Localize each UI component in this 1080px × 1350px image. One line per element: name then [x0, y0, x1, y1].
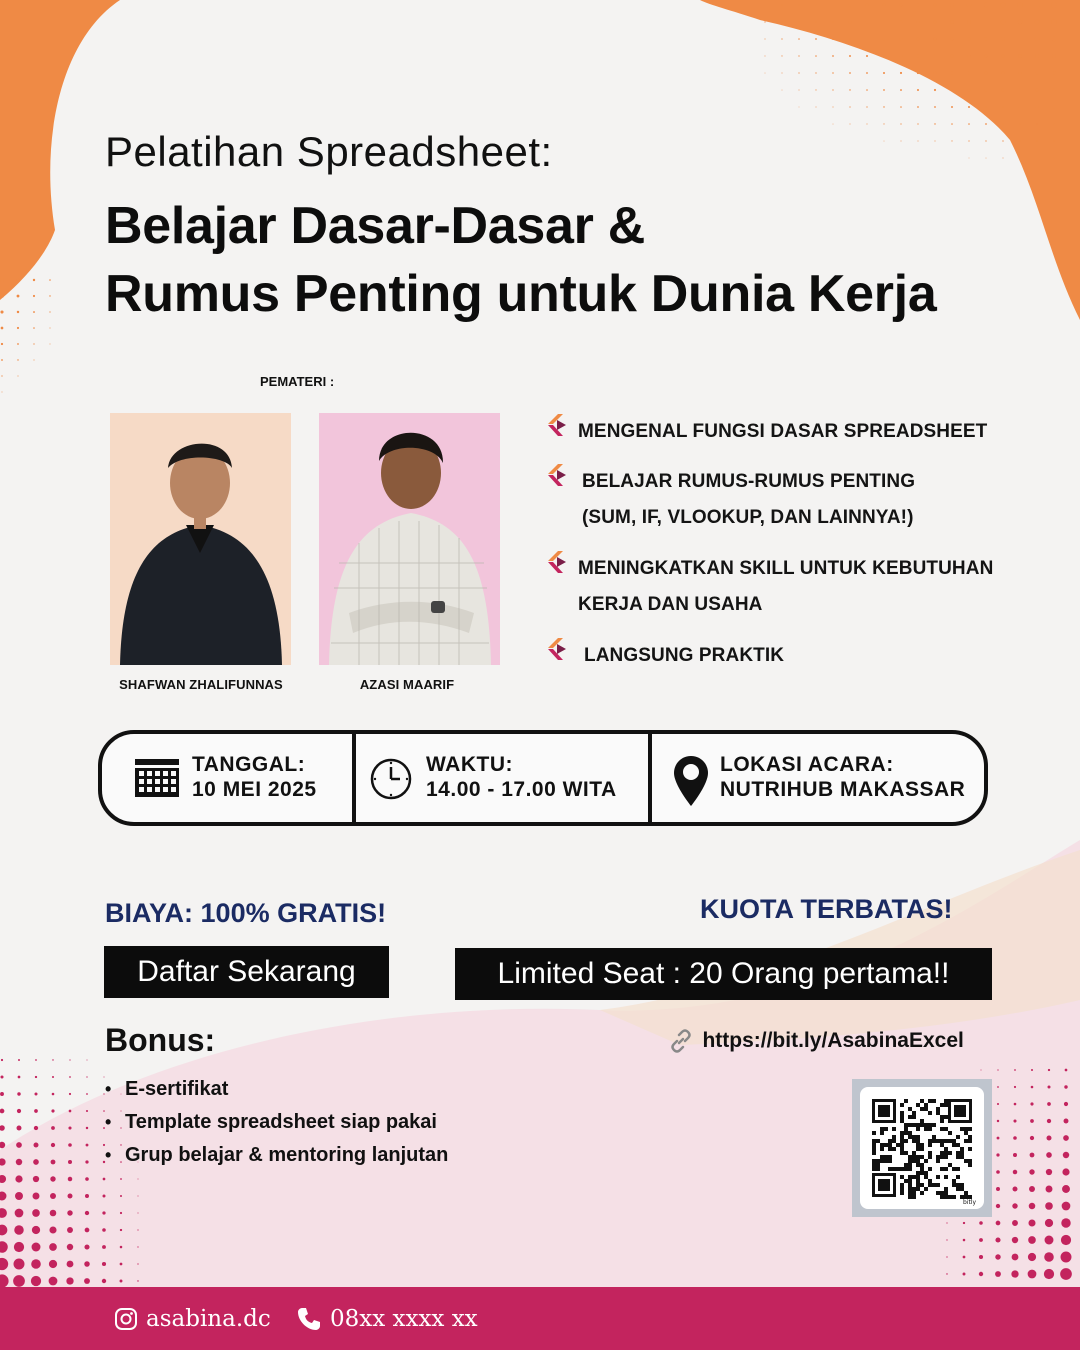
speakers-label: PEMATERI : [260, 374, 335, 389]
bonus-item-text: Template spreadsheet siap pakai [125, 1111, 437, 1133]
limited-seat-banner: Limited Seat : 20 Orang pertama!! [455, 948, 992, 1000]
event-poster: Pelatihan Spreadsheet: Belajar Dasar-Das… [0, 0, 1080, 1350]
brand-chevron-icon [548, 551, 566, 573]
brand-chevron-icon [548, 464, 566, 486]
location-value: NUTRIHUB MAKASSAR [720, 778, 966, 801]
bonus-item-text: E-sertifikat [125, 1078, 229, 1100]
time-value: 14.00 - 17.00 WITA [426, 778, 617, 801]
point-text-2-detail: (SUM, IF, VLOOKUP, DAN LAINNYA!) [582, 507, 914, 528]
phone-number[interactable]: 08xx xxxx xx [296, 1287, 478, 1350]
event-info-bar: TANGGAL: 10 MEI 2025 WAKTU: 14.00 - 17.0… [98, 730, 988, 826]
bonus-item: • Grup belajar & mentoring lanjutan [105, 1144, 449, 1166]
event-title-line-1: Belajar Dasar-Dasar & [105, 197, 646, 255]
qr-code-frame[interactable]: bitly [852, 1079, 992, 1217]
point-text-4: LANGSUNG PRAKTIK [584, 645, 785, 666]
calendar-icon [135, 759, 179, 797]
event-title-line-2: Rumus Penting untuk Dunia Kerja [105, 265, 937, 323]
link-icon [671, 1029, 691, 1053]
location-info: LOKASI ACARA: NUTRIHUB MAKASSAR [720, 752, 965, 802]
date-label: TANGGAL: [192, 753, 306, 776]
instagram-icon [115, 1307, 137, 1330]
location-label: LOKASI ACARA: [720, 753, 894, 776]
bonus-item-text: Grup belajar & mentoring lanjutan [125, 1144, 449, 1166]
bonus-item: • Template spreadsheet siap pakai [105, 1111, 437, 1133]
phone-text: 08xx xxxx xx [330, 1305, 478, 1332]
info-divider [648, 734, 652, 822]
qr-brand: bitly [963, 1199, 976, 1206]
register-button[interactable]: Daftar Sekarang [104, 946, 389, 998]
instagram-text: asabina.dc [146, 1305, 271, 1332]
cost-label: BIAYA: 100% GRATIS! [105, 898, 387, 928]
point-text-3: MENINGKATKAN SKILL UNTUK KEBUTUHAN [578, 558, 994, 579]
info-divider [352, 734, 356, 822]
location-pin-icon [674, 756, 708, 806]
quota-label: KUOTA TERBATAS! [700, 894, 953, 924]
registration-link-text[interactable]: https://bit.ly/AsabinaExcel [702, 1029, 963, 1052]
time-label: WAKTU: [426, 753, 513, 776]
instagram-handle[interactable]: asabina.dc [114, 1287, 271, 1350]
point-text-3-detail: KERJA DAN USAHA [578, 594, 763, 615]
date-value: 10 MEI 2025 [192, 778, 317, 801]
qr-code: bitly [860, 1087, 984, 1209]
bonus-list: • E-sertifikat • Template spreadsheet siap… [105, 1073, 448, 1172]
point-text-2: BELAJAR RUMUS-RUMUS PENTING [582, 471, 916, 492]
bonus-title: Bonus: [105, 1022, 216, 1058]
phone-icon [298, 1307, 320, 1330]
brand-chevron-icon [548, 414, 566, 436]
event-subtitle: Pelatihan Spreadsheet: [105, 128, 553, 175]
registration-link[interactable]: https://bit.ly/AsabinaExcel [668, 1028, 964, 1054]
date-info: TANGGAL: 10 MEI 2025 [192, 752, 317, 802]
speaker-photo-2 [319, 413, 500, 665]
speaker-name-1: SHAFWAN ZHALIFUNNAS [119, 677, 283, 692]
speaker-name-2: AZASI MAARIF [359, 677, 455, 692]
point-text-1: MENGENAL FUNGSI DASAR SPREADSHEET [578, 421, 988, 442]
bonus-item: • E-sertifikat [105, 1078, 229, 1100]
qr-pattern: bitly [872, 1099, 976, 1206]
footer-bar: asabina.dc 08xx xxxx xx [0, 1287, 1080, 1350]
clock-icon [370, 758, 412, 800]
speaker-photo-1 [110, 413, 291, 665]
time-info: WAKTU: 14.00 - 17.00 WITA [426, 752, 617, 802]
brand-chevron-icon [548, 638, 566, 660]
